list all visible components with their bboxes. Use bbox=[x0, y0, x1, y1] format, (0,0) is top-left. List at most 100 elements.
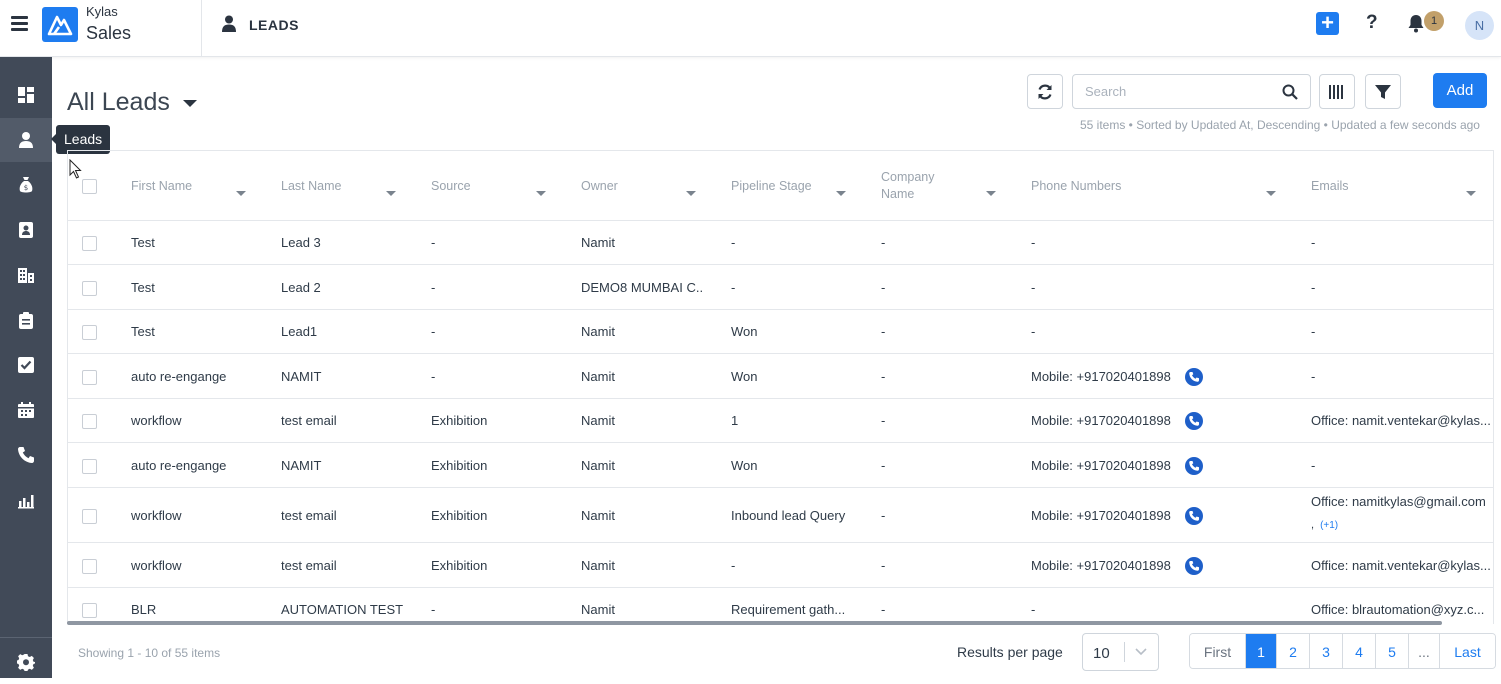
column-header-source[interactable]: Source bbox=[431, 151, 571, 221]
cell-phone-number[interactable]: - bbox=[1031, 602, 1181, 617]
cell-first-name[interactable]: auto re-engange bbox=[131, 458, 271, 473]
column-header-emails[interactable]: Emails bbox=[1311, 151, 1461, 221]
sort-caret-icon[interactable] bbox=[236, 191, 246, 196]
sort-caret-icon[interactable] bbox=[386, 191, 396, 196]
page-first-button[interactable]: First bbox=[1190, 634, 1246, 668]
sort-caret-icon[interactable] bbox=[536, 191, 546, 196]
list-view-title[interactable]: All Leads bbox=[67, 88, 170, 117]
sidebar-item-tasks[interactable] bbox=[0, 298, 52, 342]
sidebar-item-leads[interactable] bbox=[0, 118, 52, 162]
row-checkbox[interactable] bbox=[82, 414, 97, 429]
refresh-button[interactable] bbox=[1027, 74, 1063, 109]
column-header-pipeline-stage[interactable]: Pipeline Stage bbox=[731, 151, 871, 221]
cell-phone-number[interactable]: Mobile: +917020401898 bbox=[1031, 558, 1181, 573]
sort-caret-icon[interactable] bbox=[986, 191, 996, 196]
select-all-checkbox[interactable] bbox=[82, 179, 97, 194]
table-row[interactable]: BLR AUTOMATION TEST - Namit Requirement gath… bbox=[68, 588, 1493, 624]
row-checkbox[interactable] bbox=[82, 459, 97, 474]
cell-phone-number[interactable]: - bbox=[1031, 235, 1181, 250]
table-row[interactable]: auto re-engange NAMIT - Namit Won - Mobile: +9… bbox=[68, 354, 1493, 399]
row-checkbox[interactable] bbox=[82, 603, 97, 618]
sidebar-item-settings[interactable] bbox=[0, 640, 52, 684]
cell-phone-number[interactable]: Mobile: +917020401898 bbox=[1031, 369, 1181, 384]
cell-email[interactable]: - bbox=[1311, 280, 1493, 295]
search-box[interactable] bbox=[1072, 74, 1311, 109]
sidebar-item-deals[interactable]: $ bbox=[0, 163, 52, 207]
add-lead-button[interactable]: Add bbox=[1433, 73, 1487, 108]
cell-email[interactable]: Office: namit.ventekar@kylas... bbox=[1311, 558, 1493, 573]
sort-caret-icon[interactable] bbox=[686, 191, 696, 196]
row-checkbox[interactable] bbox=[82, 559, 97, 574]
cell-phone-number[interactable]: - bbox=[1031, 324, 1181, 339]
table-row[interactable]: Test Lead1 - Namit Won - - - bbox=[68, 310, 1493, 354]
cell-phone-number[interactable]: - bbox=[1031, 280, 1181, 295]
filter-button[interactable] bbox=[1365, 74, 1401, 109]
call-phone-icon[interactable] bbox=[1185, 457, 1203, 475]
sidebar-item-calls[interactable] bbox=[0, 433, 52, 477]
row-checkbox[interactable] bbox=[82, 281, 97, 296]
page-2-button[interactable]: 2 bbox=[1277, 634, 1310, 668]
cell-email[interactable]: Office: blrautomation@xyz.c... bbox=[1311, 602, 1493, 617]
cell-email[interactable]: - bbox=[1311, 369, 1493, 384]
columns-button[interactable] bbox=[1319, 74, 1355, 109]
page-5-button[interactable]: 5 bbox=[1376, 634, 1409, 668]
cell-first-name[interactable]: BLR bbox=[131, 602, 271, 617]
bell-icon[interactable] bbox=[1406, 13, 1426, 33]
sidebar-item-calendar[interactable] bbox=[0, 388, 52, 432]
cell-first-name[interactable]: Test bbox=[131, 324, 271, 339]
cell-first-name[interactable]: Test bbox=[131, 280, 271, 295]
table-row[interactable]: workflow test email Exhibition Namit 1 - Mobil… bbox=[68, 399, 1493, 443]
cell-first-name[interactable]: Test bbox=[131, 235, 271, 250]
quick-add-button[interactable]: + bbox=[1316, 12, 1339, 35]
column-header-first-name[interactable]: First Name bbox=[131, 151, 271, 221]
results-per-page-select[interactable]: 10 bbox=[1082, 633, 1159, 671]
call-phone-icon[interactable] bbox=[1185, 507, 1203, 525]
column-header-phone-numbers[interactable]: Phone Numbers bbox=[1031, 151, 1231, 221]
page-last-button[interactable]: Last bbox=[1440, 634, 1495, 668]
cell-phone-number[interactable]: Mobile: +917020401898 bbox=[1031, 458, 1181, 473]
column-header-owner[interactable]: Owner bbox=[581, 151, 721, 221]
sort-caret-icon[interactable] bbox=[1466, 191, 1476, 196]
cell-email[interactable]: Office: namit.ventekar@kylas... bbox=[1311, 413, 1493, 428]
help-icon[interactable]: ? bbox=[1366, 12, 1378, 34]
search-input[interactable] bbox=[1085, 84, 1275, 99]
sidebar-item-checklist[interactable] bbox=[0, 343, 52, 387]
search-icon[interactable] bbox=[1282, 84, 1298, 100]
page-1-button[interactable]: 1 bbox=[1246, 634, 1277, 668]
sidebar-item-contacts[interactable] bbox=[0, 208, 52, 252]
hamburger-menu-icon[interactable] bbox=[11, 16, 28, 31]
avatar[interactable]: N bbox=[1465, 11, 1494, 40]
cell-email[interactable]: - bbox=[1311, 458, 1493, 473]
page-3-button[interactable]: 3 bbox=[1310, 634, 1343, 668]
horizontal-scrollbar[interactable] bbox=[67, 621, 1442, 625]
kylas-logo[interactable] bbox=[42, 7, 78, 42]
page-4-button[interactable]: 4 bbox=[1343, 634, 1376, 668]
email-more-link[interactable]: , (+1) bbox=[1311, 516, 1338, 531]
row-checkbox[interactable] bbox=[82, 370, 97, 385]
cell-email[interactable]: - bbox=[1311, 324, 1493, 339]
table-row[interactable]: auto re-engange NAMIT Exhibition Namit Won - M… bbox=[68, 443, 1493, 488]
sidebar-item-dashboard[interactable] bbox=[0, 73, 52, 117]
column-header-last-name[interactable]: Last Name bbox=[281, 151, 421, 221]
call-phone-icon[interactable] bbox=[1185, 557, 1203, 575]
column-header-company-name[interactable]: Company Name bbox=[881, 151, 951, 221]
sidebar-item-reports[interactable] bbox=[0, 478, 52, 522]
cell-phone-number[interactable]: Mobile: +917020401898 bbox=[1031, 508, 1181, 523]
cell-email[interactable]: Office: namitkylas@gmail.com bbox=[1311, 494, 1493, 509]
sort-caret-icon[interactable] bbox=[1266, 191, 1276, 196]
sort-caret-icon[interactable] bbox=[836, 191, 846, 196]
table-row[interactable]: workflow test email Exhibition Namit Inbound… bbox=[68, 488, 1493, 543]
cell-first-name[interactable]: workflow bbox=[131, 413, 271, 428]
sidebar-item-companies[interactable] bbox=[0, 253, 52, 297]
cell-first-name[interactable]: workflow bbox=[131, 508, 271, 523]
call-phone-icon[interactable] bbox=[1185, 368, 1203, 386]
cell-email[interactable]: - bbox=[1311, 235, 1493, 250]
table-row[interactable]: Test Lead 3 - Namit - - - - bbox=[68, 221, 1493, 265]
cell-phone-number[interactable]: Mobile: +917020401898 bbox=[1031, 413, 1181, 428]
caret-down-icon[interactable] bbox=[183, 100, 197, 107]
row-checkbox[interactable] bbox=[82, 509, 97, 524]
row-checkbox[interactable] bbox=[82, 236, 97, 251]
more-emails-link[interactable]: (+1) bbox=[1320, 520, 1338, 531]
cell-first-name[interactable]: auto re-engange bbox=[131, 369, 271, 384]
call-phone-icon[interactable] bbox=[1185, 412, 1203, 430]
